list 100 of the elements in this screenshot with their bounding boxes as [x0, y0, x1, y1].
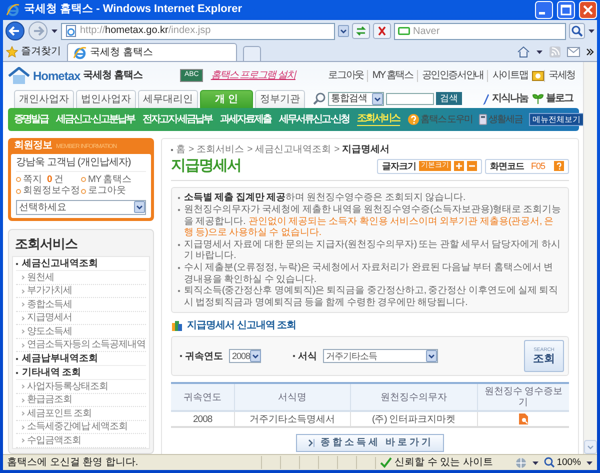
sidebar-item[interactable]: 세금신고내역조회 [16, 257, 146, 272]
sidebar-subitem[interactable]: 원천세 [16, 271, 146, 285]
install-program-link[interactable]: 홈택스 프로그램 설치 [210, 70, 296, 82]
site-link[interactable]: 지식나눔 [482, 92, 528, 104]
emblem-icon [532, 70, 544, 80]
minimize-button[interactable] [535, 1, 553, 19]
window-title: 국세청 홈택스 - Windows Internet Explorer [24, 3, 244, 17]
notice-text: 수시 제출분(오류정정, 누락)은 국세청에서 자료처리가 완료된 다음날 부터 홈택스에서 변경내용을 확인하실 수 있습니다. [178, 262, 562, 286]
help-icon [408, 114, 419, 125]
books-icon [171, 320, 183, 332]
table-cell: 2008 [171, 411, 235, 428]
security-zone: 신뢰할 수 있는 사이트 [394, 456, 494, 468]
top-link[interactable]: 로그아웃 [324, 70, 368, 82]
check-icon [380, 457, 392, 468]
sidebar-subitem[interactable]: 세금포인트 조회 [16, 407, 146, 421]
user-type-tab[interactable]: 정부기관 [254, 90, 305, 108]
filter-select[interactable]: 2008 [229, 349, 261, 364]
zoom-caret-icon[interactable] [586, 460, 593, 466]
site-search-input[interactable] [386, 92, 434, 104]
table-cell: (주) 인터파크지마켓 [350, 411, 478, 428]
search-provider-icon [398, 27, 410, 35]
favorites-button[interactable]: 즐겨찾기 [6, 46, 61, 61]
scrollbar[interactable] [583, 62, 597, 454]
sidebar-subitem[interactable]: 종합소득세 [16, 298, 146, 312]
filter-label: 서식 [293, 350, 317, 362]
sprout-icon [532, 93, 544, 104]
member-link[interactable]: 쪽지 0 건 [16, 174, 81, 186]
main-menu-item[interactable]: 세금신고·신고분납부 [56, 114, 134, 126]
chevron-icon [306, 439, 315, 448]
sidebar-subitem[interactable]: 사업자등록상태조회 [16, 380, 146, 394]
user-type-tab[interactable]: 개인사업자 [14, 90, 74, 108]
pen-icon [482, 92, 490, 104]
logo-text: Hometax [33, 68, 80, 82]
notice-text: 지급명세서 자료에 대한 문의는 지급자(원천징수의무자) 또는 관할 세무서 담당자에게 하시기 바랍니다. [178, 238, 562, 262]
sidebar-subitem[interactable]: 수입금액조회 [16, 434, 146, 448]
search-field[interactable]: Naver [394, 22, 566, 40]
screen-code-label: 화면코드 [490, 160, 524, 172]
top-link[interactable]: 공인인증서안내 [416, 70, 488, 82]
breadcrumb-separator: > [334, 144, 340, 156]
sidebar-subitem[interactable]: 소득세중간예납 세액조회 [16, 420, 146, 434]
sidebar-subitem[interactable]: 양도소득세 [16, 325, 146, 339]
search-button[interactable] [569, 23, 585, 39]
home-caret-icon[interactable] [536, 49, 543, 55]
breadcrumb-separator: > [247, 144, 252, 156]
sidebar-subitem[interactable]: 지급명세서 [16, 312, 146, 326]
top-link[interactable]: MY 홈택스 [367, 70, 417, 82]
breadcrumb-link[interactable]: 세금신고내역조회 [255, 144, 332, 156]
user-type-tab[interactable]: 세무대리인 [138, 90, 198, 108]
search-submit-button[interactable]: 검색 [436, 92, 462, 105]
sidebar-subitem[interactable]: 연금소득자등의 소득공제내역 [16, 338, 146, 352]
house-logo-icon [8, 66, 30, 84]
home-icon[interactable] [517, 46, 530, 58]
member-link[interactable]: 회원정보수정 [16, 185, 81, 197]
screen-code: F05 [530, 160, 545, 172]
member-link[interactable]: 로그아웃 [81, 185, 146, 197]
document-search-icon[interactable] [518, 413, 529, 426]
maximize-button[interactable] [557, 1, 575, 19]
main-menu-item[interactable]: 세무서류신고·신청 [279, 114, 350, 126]
main-menu-item[interactable]: 전자고지·세금납부 [142, 114, 212, 126]
zone-caret-icon[interactable] [532, 460, 539, 466]
breadcrumb-separator: > [188, 144, 194, 156]
user-name: 강남욱 고객님 (개인납세자) [16, 157, 146, 172]
refresh-button[interactable] [352, 23, 370, 39]
calculator-icon [478, 114, 487, 125]
stop-button[interactable] [373, 23, 391, 39]
main-menu-item[interactable]: 조회서비스 [357, 113, 400, 126]
shortcut-button[interactable]: 종합소득세 바로가기 [296, 434, 444, 452]
member-link[interactable]: MY 홈택스 [81, 174, 146, 186]
column-header: 원천징수의무자 [350, 383, 478, 412]
breadcrumb-link[interactable]: 지급명세서 [342, 144, 390, 156]
sidebar-subitem[interactable]: 부가가치세 [16, 284, 146, 298]
address-field[interactable]: http://hometax.go.kr/index.jsp [61, 22, 335, 40]
search-options-caret-icon[interactable] [588, 28, 595, 34]
column-header: 서식명 [234, 383, 350, 412]
breadcrumb-link[interactable]: 조회서비스 [196, 144, 244, 156]
status-message: 홈택스에 오신걸 환영 합니다. [7, 456, 140, 468]
font-size-label: 글자크기 [382, 160, 416, 172]
sidebar-subitem[interactable]: 환급금조회 [16, 394, 146, 408]
zoom-button[interactable]: 100% [544, 456, 581, 468]
sidebar-item[interactable]: 세금납부내역조회 [16, 352, 146, 366]
history-caret-icon[interactable] [51, 28, 58, 34]
page-icon [65, 25, 77, 37]
main-menu-item[interactable]: 과세자료제출 [220, 114, 272, 126]
close-button[interactable] [579, 1, 597, 19]
top-link[interactable]: 국세청 [544, 70, 579, 82]
back-button[interactable] [5, 21, 25, 41]
browser-tab[interactable]: 국세청 홈택스 [67, 43, 237, 61]
site-link[interactable]: 블로그 [532, 92, 573, 104]
member-menu-select[interactable]: 선택하세요 [16, 200, 146, 215]
chevron-icon[interactable] [586, 48, 594, 56]
page-title: 지급명세서 [171, 157, 241, 176]
zoom-icon [544, 456, 555, 468]
breadcrumb-link[interactable]: 홈 [176, 144, 186, 156]
user-type-tab[interactable]: 법인사업자 [76, 90, 136, 108]
filter-select[interactable]: 거주기타소득 [323, 349, 438, 364]
sidebar-item[interactable]: 기타내역 조회 [16, 366, 146, 380]
all-menu-button[interactable]: 메뉴전체보기 [528, 112, 583, 126]
search-scope-select[interactable]: 통합검색 [328, 92, 384, 106]
column-header: 귀속연도 [171, 383, 235, 412]
mail-icon[interactable] [567, 47, 580, 57]
